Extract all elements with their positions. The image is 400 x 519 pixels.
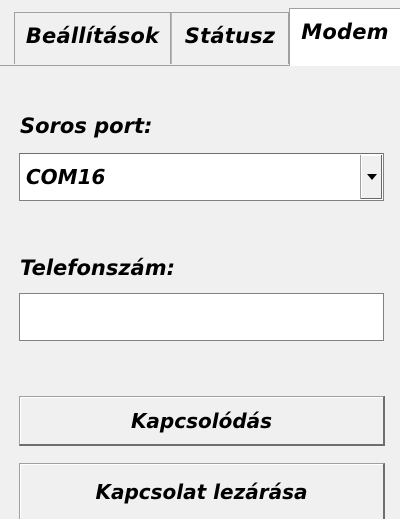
modem-panel: Soros port: COM16 Telefonszám: Kapcsolód… xyxy=(0,65,400,519)
tab-strip: Beállítások Státusz Modem xyxy=(0,0,400,66)
serial-port-value: COM16 xyxy=(26,165,106,189)
dropdown-arrow-icon[interactable] xyxy=(360,155,382,199)
serial-port-select[interactable]: COM16 xyxy=(19,153,384,201)
tab-status[interactable]: Státusz xyxy=(171,12,289,64)
serial-port-label: Soros port: xyxy=(20,114,153,138)
tab-settings[interactable]: Beállítások xyxy=(14,12,171,64)
disconnect-button[interactable]: Kapcsolat lezárása xyxy=(19,463,385,519)
connect-button[interactable]: Kapcsolódás xyxy=(19,396,385,446)
phone-number-input[interactable] xyxy=(19,293,384,341)
tab-modem[interactable]: Modem xyxy=(289,8,400,66)
phone-number-label: Telefonszám: xyxy=(20,256,175,280)
